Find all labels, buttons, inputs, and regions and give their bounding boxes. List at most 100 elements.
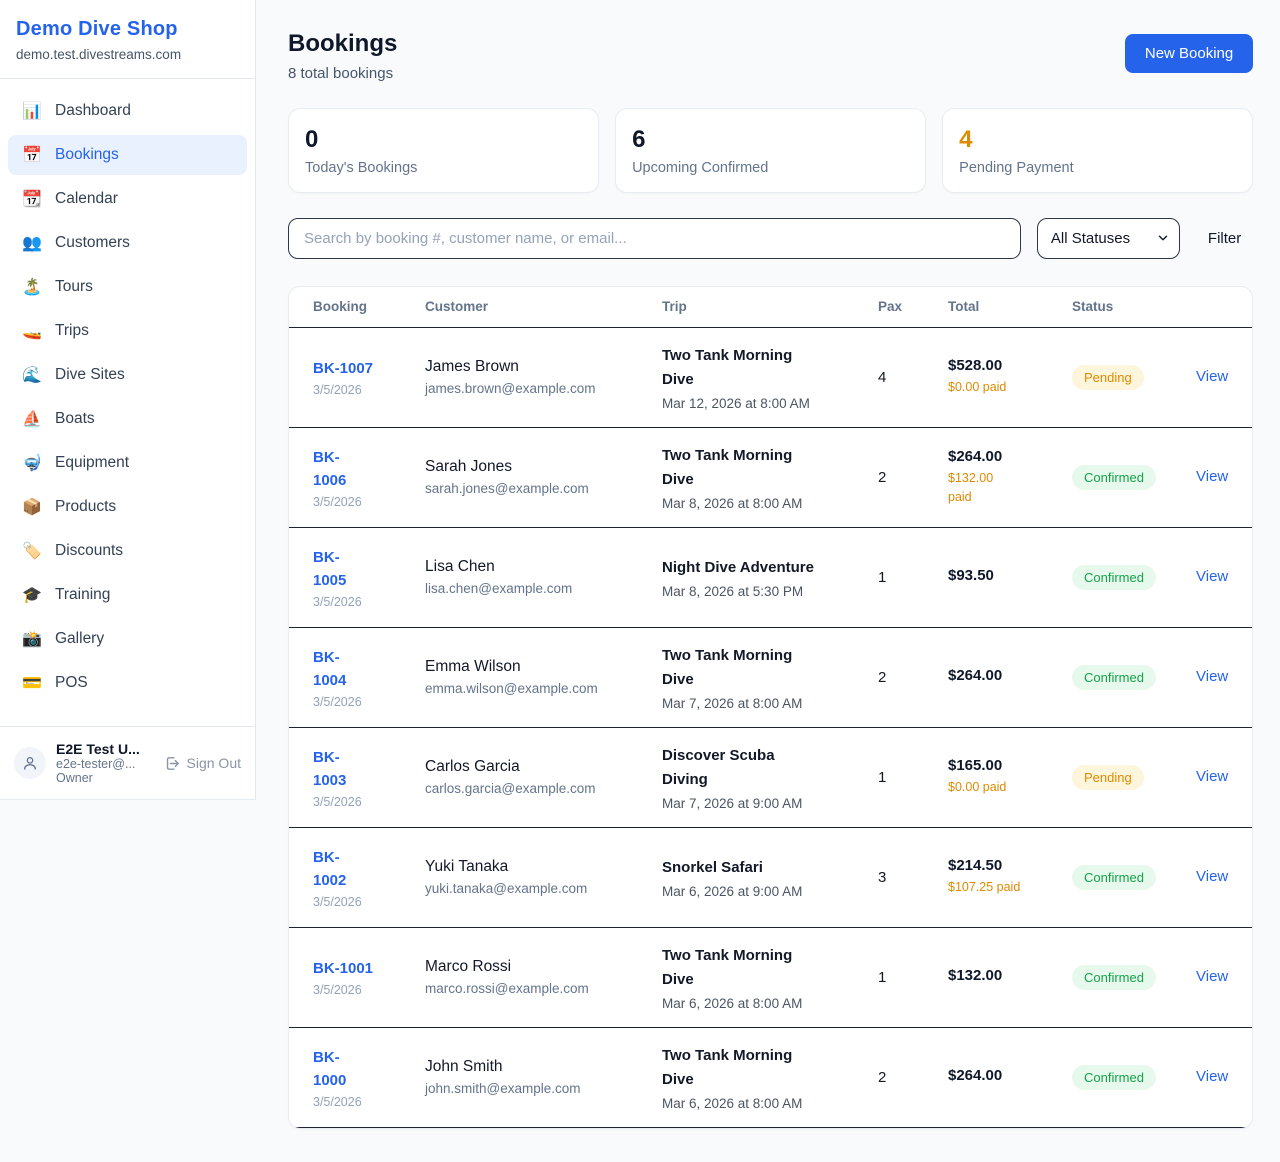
booking-id-link[interactable]: BK- 1005 (313, 549, 346, 589)
stat-card: 6 Upcoming Confirmed (615, 108, 926, 193)
customer-email: carlos.garcia@example.com (425, 781, 662, 796)
trip-cell: Two Tank Morning Dive Mar 8, 2026 at 8:0… (662, 444, 878, 511)
sidebar-item-bookings[interactable]: 📅 Bookings (8, 135, 247, 175)
sidebar-item-dashboard[interactable]: 📊 Dashboard (8, 91, 247, 131)
sign-out-button[interactable]: Sign Out (164, 755, 241, 772)
nav-item-icon: 🎓 (22, 585, 42, 605)
view-link[interactable]: View (1196, 1068, 1228, 1085)
customer-name: Yuki Tanaka (425, 858, 662, 876)
pax-count: 2 (878, 1069, 948, 1086)
booking-date: 3/5/2026 (313, 695, 425, 709)
user-panel: E2E Test U... e2e-tester@... Owner Sign … (0, 726, 255, 799)
booking-date: 3/5/2026 (313, 1095, 425, 1109)
customer-cell: Marco Rossi marco.rossi@example.com (425, 958, 662, 996)
sidebar-item-discounts[interactable]: 🏷️ Discounts (8, 531, 247, 571)
main-content: Bookings 8 total bookings New Booking 0 … (256, 0, 1280, 1159)
customer-cell: James Brown james.brown@example.com (425, 358, 662, 396)
nav-item-label: Bookings (55, 146, 119, 164)
total-amount: $93.50 (948, 567, 1072, 584)
total-cell: $132.00 (948, 967, 1072, 988)
paid-amount: $132.00 paid (948, 469, 1072, 507)
sidebar-item-pos[interactable]: 💳 POS (8, 663, 247, 703)
view-link[interactable]: View (1196, 468, 1228, 485)
booking-id-link[interactable]: BK- 1004 (313, 649, 346, 689)
user-name: E2E Test U... (56, 741, 154, 757)
table-body: BK-1007 3/5/2026 James Brown james.brown… (289, 328, 1252, 1128)
total-amount: $165.00 (948, 757, 1072, 774)
nav-item-label: Equipment (55, 454, 129, 472)
sidebar-item-calendar[interactable]: 📆 Calendar (8, 179, 247, 219)
status-filter-select[interactable]: All Statuses (1037, 218, 1180, 259)
trip-datetime: Mar 6, 2026 at 8:00 AM (662, 996, 878, 1011)
booking-cell: BK- 1003 3/5/2026 (313, 746, 425, 810)
status-badge: Confirmed (1072, 865, 1156, 890)
status-cell: Pending (1072, 765, 1196, 790)
search-input[interactable] (288, 218, 1021, 259)
nav-item-label: Products (55, 498, 116, 516)
view-link[interactable]: View (1196, 868, 1228, 885)
sidebar-nav: 📊 Dashboard 📅 Bookings 📆 Calendar 👥 Cust… (0, 79, 255, 703)
trip-name: Two Tank Morning Dive (662, 944, 878, 992)
sidebar-item-gallery[interactable]: 📸 Gallery (8, 619, 247, 659)
trip-cell: Two Tank Morning Dive Mar 7, 2026 at 8:0… (662, 644, 878, 711)
pax-count: 1 (878, 569, 948, 586)
sidebar-item-training[interactable]: 🎓 Training (8, 575, 247, 615)
total-cell: $214.50 $107.25 paid (948, 857, 1072, 897)
view-link[interactable]: View (1196, 568, 1228, 585)
actions-cell: View (1196, 368, 1228, 386)
view-link[interactable]: View (1196, 968, 1228, 985)
total-cell: $264.00 (948, 1067, 1072, 1088)
avatar (14, 747, 46, 779)
sidebar-item-equipment[interactable]: 🤿 Equipment (8, 443, 247, 483)
sidebar-item-tours[interactable]: 🏝️ Tours (8, 267, 247, 307)
status-badge: Pending (1072, 765, 1144, 790)
view-link[interactable]: View (1196, 768, 1228, 785)
nav-item-label: Calendar (55, 190, 118, 208)
view-link[interactable]: View (1196, 668, 1228, 685)
nav-item-label: Discounts (55, 542, 123, 560)
stat-label: Today's Bookings (305, 160, 582, 176)
sidebar-item-customers[interactable]: 👥 Customers (8, 223, 247, 263)
status-cell: Confirmed (1072, 565, 1196, 590)
sign-out-icon (164, 755, 181, 772)
table-row: BK- 1005 3/5/2026 Lisa Chen lisa.chen@ex… (289, 528, 1252, 628)
booking-date: 3/5/2026 (313, 495, 425, 509)
pax-count: 1 (878, 969, 948, 986)
view-link[interactable]: View (1196, 368, 1228, 385)
booking-id-link[interactable]: BK- 1003 (313, 749, 346, 789)
booking-cell: BK- 1005 3/5/2026 (313, 546, 425, 610)
stat-value: 4 (959, 126, 1236, 155)
status-cell: Confirmed (1072, 465, 1196, 490)
booking-id-link[interactable]: BK-1007 (313, 360, 373, 377)
nav-item-label: Training (55, 586, 110, 604)
user-meta: E2E Test U... e2e-tester@... Owner (56, 741, 154, 785)
status-badge: Confirmed (1072, 565, 1156, 590)
booking-id-link[interactable]: BK- 1000 (313, 1049, 346, 1089)
trip-name: Two Tank Morning Dive (662, 644, 878, 692)
nav-item-label: Dashboard (55, 102, 131, 120)
sidebar-item-trips[interactable]: 🚤 Trips (8, 311, 247, 351)
actions-cell: View (1196, 568, 1228, 586)
booking-id-link[interactable]: BK- 1006 (313, 449, 346, 489)
trip-datetime: Mar 6, 2026 at 9:00 AM (662, 884, 878, 899)
sidebar-item-boats[interactable]: ⛵ Boats (8, 399, 247, 439)
new-booking-button[interactable]: New Booking (1125, 34, 1253, 73)
stat-value: 6 (632, 126, 909, 155)
booking-id-link[interactable]: BK- 1002 (313, 849, 346, 889)
booking-id-link[interactable]: BK-1001 (313, 960, 373, 977)
paid-amount: $0.00 paid (948, 378, 1072, 397)
pax-count: 3 (878, 869, 948, 886)
sidebar-item-products[interactable]: 📦 Products (8, 487, 247, 527)
table-row: BK- 1002 3/5/2026 Yuki Tanaka yuki.tanak… (289, 828, 1252, 928)
table-row: BK-1001 3/5/2026 Marco Rossi marco.rossi… (289, 928, 1252, 1028)
customer-email: emma.wilson@example.com (425, 681, 662, 696)
total-cell: $264.00 $132.00 paid (948, 448, 1072, 507)
actions-cell: View (1196, 1068, 1228, 1086)
filter-button[interactable]: Filter (1196, 222, 1253, 255)
total-amount: $132.00 (948, 967, 1072, 984)
booking-date: 3/5/2026 (313, 383, 425, 397)
sidebar-item-dive-sites[interactable]: 🌊 Dive Sites (8, 355, 247, 395)
status-cell: Confirmed (1072, 665, 1196, 690)
trip-name: Night Dive Adventure (662, 556, 878, 580)
status-filter-wrap: All Statuses (1037, 218, 1180, 259)
